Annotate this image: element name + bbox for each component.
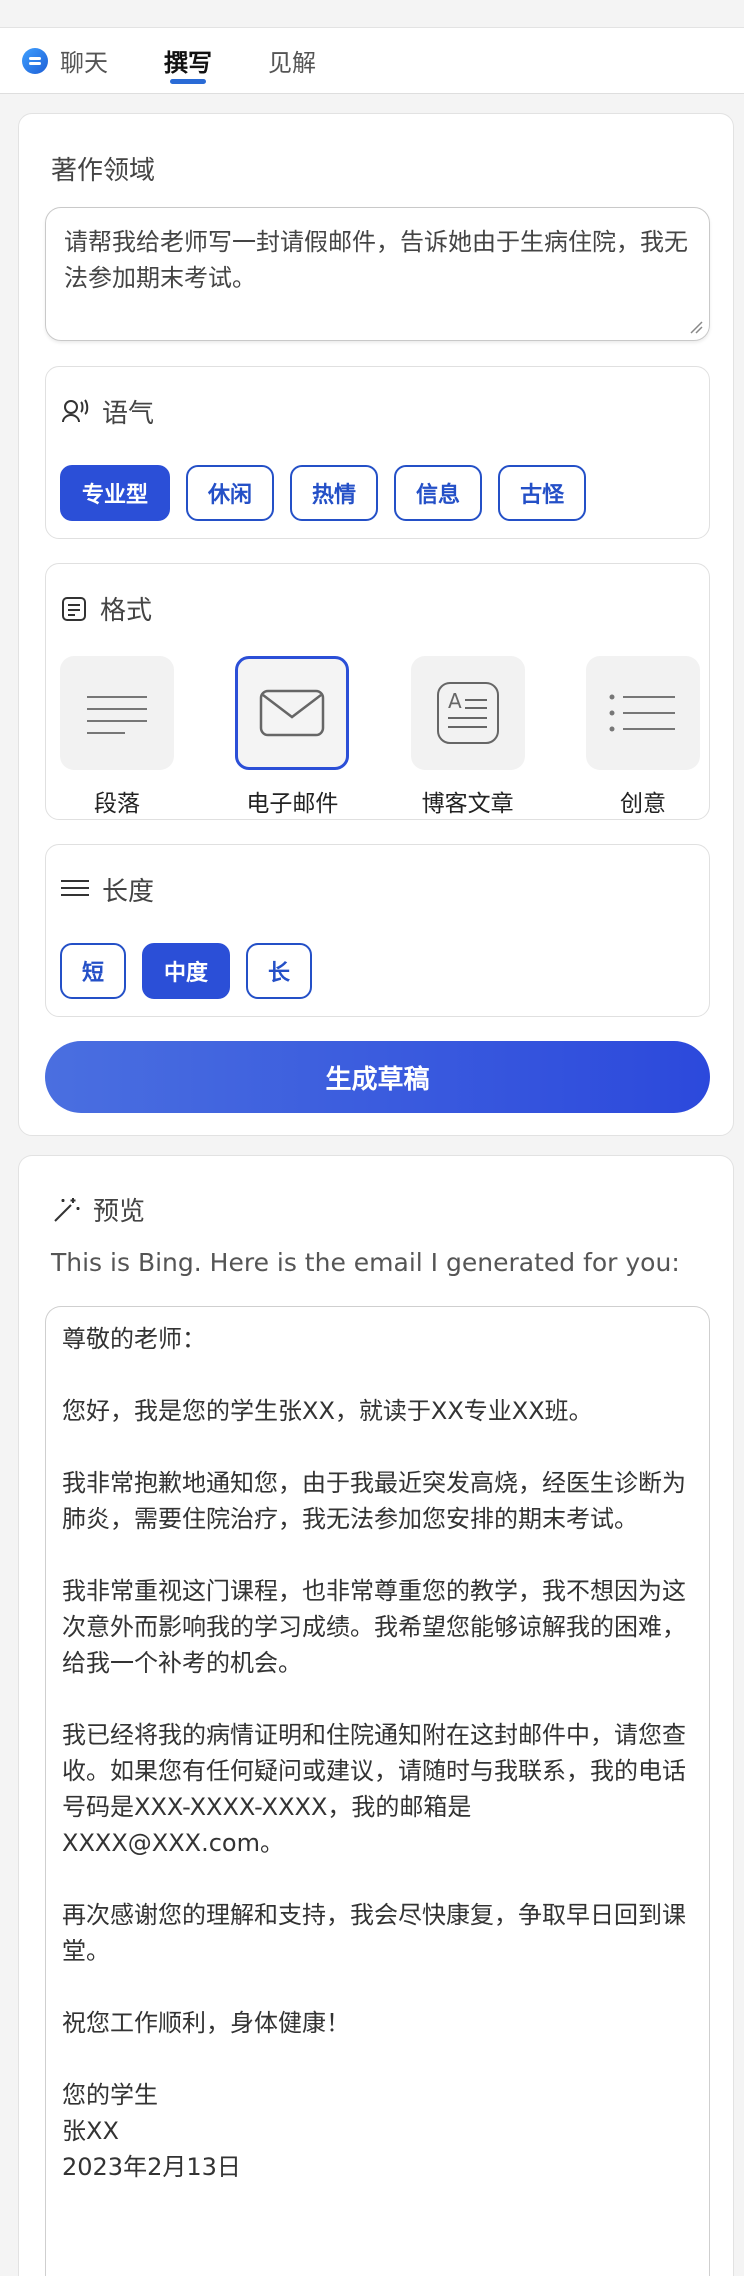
length-option-short[interactable]: 短 bbox=[60, 943, 127, 999]
voice-icon bbox=[60, 397, 90, 427]
signature-line: 您的学生 bbox=[62, 2081, 158, 2109]
length-option-long[interactable]: 长 bbox=[246, 943, 313, 999]
tone-header: 语气 bbox=[60, 393, 154, 430]
blog-post-icon: A bbox=[436, 682, 499, 744]
tab-chat[interactable]: 聊天 bbox=[22, 28, 108, 94]
format-icon bbox=[60, 595, 88, 623]
svg-text:A: A bbox=[448, 689, 462, 713]
tone-option-informational[interactable]: 信息 bbox=[394, 465, 483, 521]
compose-card: 著作领域 请帮我给老师写一封请假邮件，告诉她由于生病住院，我无法参加期末考试。 … bbox=[18, 113, 734, 1136]
tone-option-professional[interactable]: 专业型 bbox=[60, 465, 171, 521]
topic-title: 著作领域 bbox=[51, 156, 156, 186]
format-label: 创意 bbox=[619, 791, 666, 817]
signature-name: 张XX bbox=[62, 2117, 119, 2145]
email-greeting: 尊敬的老师： bbox=[62, 1325, 206, 1353]
generate-draft-button[interactable]: 生成草稿 bbox=[45, 1041, 710, 1113]
tone-option-casual[interactable]: 休闲 bbox=[186, 465, 275, 521]
format-option-ideas[interactable]: 创意 bbox=[585, 656, 700, 818]
tone-option-enthusiastic[interactable]: 热情 bbox=[290, 465, 379, 521]
paragraph-icon bbox=[87, 696, 147, 734]
format-section: 格式 段落 电子邮件 A 博客文章 创意 bbox=[45, 563, 710, 820]
preview-intro: This is Bing. Here is the email I genera… bbox=[51, 1248, 680, 1277]
format-options: 段落 电子邮件 A 博客文章 创意 bbox=[60, 656, 700, 818]
email-icon bbox=[260, 689, 325, 737]
ideas-list-icon bbox=[609, 694, 675, 732]
tone-options: 专业型 休闲 热情 信息 古怪 bbox=[60, 465, 602, 521]
length-header: 长度 bbox=[60, 871, 154, 908]
email-paragraph: 我已经将我的病情证明和住院通知附在这封邮件中，请您查收。如果您有任何疑问或建议，… bbox=[62, 1721, 686, 1857]
format-label: 博客文章 bbox=[421, 791, 514, 817]
email-paragraph: 我非常重视这门课程，也非常尊重您的教学，我不想因为这次意外而影响我的学习成绩。我… bbox=[62, 1577, 686, 1677]
tone-title: 语气 bbox=[102, 399, 155, 429]
topic-input[interactable]: 请帮我给老师写一封请假邮件，告诉她由于生病住院，我无法参加期末考试。 bbox=[45, 207, 710, 341]
tab-insights[interactable]: 见解 bbox=[268, 28, 316, 94]
email-paragraph: 您好，我是您的学生张XX，就读于XX专业XX班。 bbox=[62, 1397, 593, 1425]
format-option-blog[interactable]: A 博客文章 bbox=[410, 656, 525, 818]
top-strip bbox=[0, 0, 744, 28]
format-option-paragraph[interactable]: 段落 bbox=[60, 656, 174, 818]
tab-chat-label: 聊天 bbox=[60, 49, 108, 77]
email-draft[interactable]: 尊敬的老师： 您好，我是您的学生张XX，就读于XX专业XX班。 我非常抱歉地通知… bbox=[45, 1306, 710, 2276]
preview-card: 预览 This is Bing. Here is the email I gen… bbox=[18, 1155, 734, 2276]
format-label: 段落 bbox=[94, 791, 140, 817]
format-title: 格式 bbox=[100, 596, 153, 626]
tone-section: 语气 专业型 休闲 热情 信息 古怪 bbox=[45, 366, 710, 539]
length-icon bbox=[60, 878, 90, 902]
tab-compose[interactable]: 撰写 bbox=[164, 28, 212, 94]
length-options: 短 中度 长 bbox=[60, 943, 328, 999]
tab-compose-label: 撰写 bbox=[164, 49, 212, 77]
format-header: 格式 bbox=[60, 590, 152, 627]
email-paragraph: 我非常抱歉地通知您，由于我最近突发高烧，经医生诊断为肺炎，需要住院治疗，我无法参… bbox=[62, 1469, 686, 1533]
magic-wand-icon bbox=[51, 1195, 81, 1225]
chat-bubble-icon bbox=[22, 47, 48, 74]
preview-title: 预览 bbox=[93, 1197, 146, 1227]
email-paragraph: 再次感谢您的理解和支持，我会尽快康复，争取早日回到课堂。 bbox=[62, 1901, 686, 1965]
length-option-medium[interactable]: 中度 bbox=[142, 943, 231, 999]
length-title: 长度 bbox=[102, 877, 155, 907]
length-section: 长度 短 中度 长 bbox=[45, 844, 710, 1017]
mode-tabs: 聊天 撰写 见解 bbox=[0, 28, 744, 94]
tone-option-funny[interactable]: 古怪 bbox=[498, 465, 587, 521]
format-label: 电子邮件 bbox=[246, 791, 339, 817]
topic-input-text: 请帮我给老师写一封请假邮件，告诉她由于生病住院，我无法参加期末考试。 bbox=[64, 228, 688, 292]
signature-date: 2023年2月13日 bbox=[62, 2153, 241, 2181]
tab-insights-label: 见解 bbox=[268, 49, 316, 77]
format-option-email[interactable]: 电子邮件 bbox=[235, 656, 350, 818]
preview-header: 预览 bbox=[51, 1191, 145, 1228]
resize-grip-icon[interactable] bbox=[689, 320, 703, 334]
email-closing: 祝您工作顺利，身体健康！ bbox=[62, 2009, 350, 2037]
